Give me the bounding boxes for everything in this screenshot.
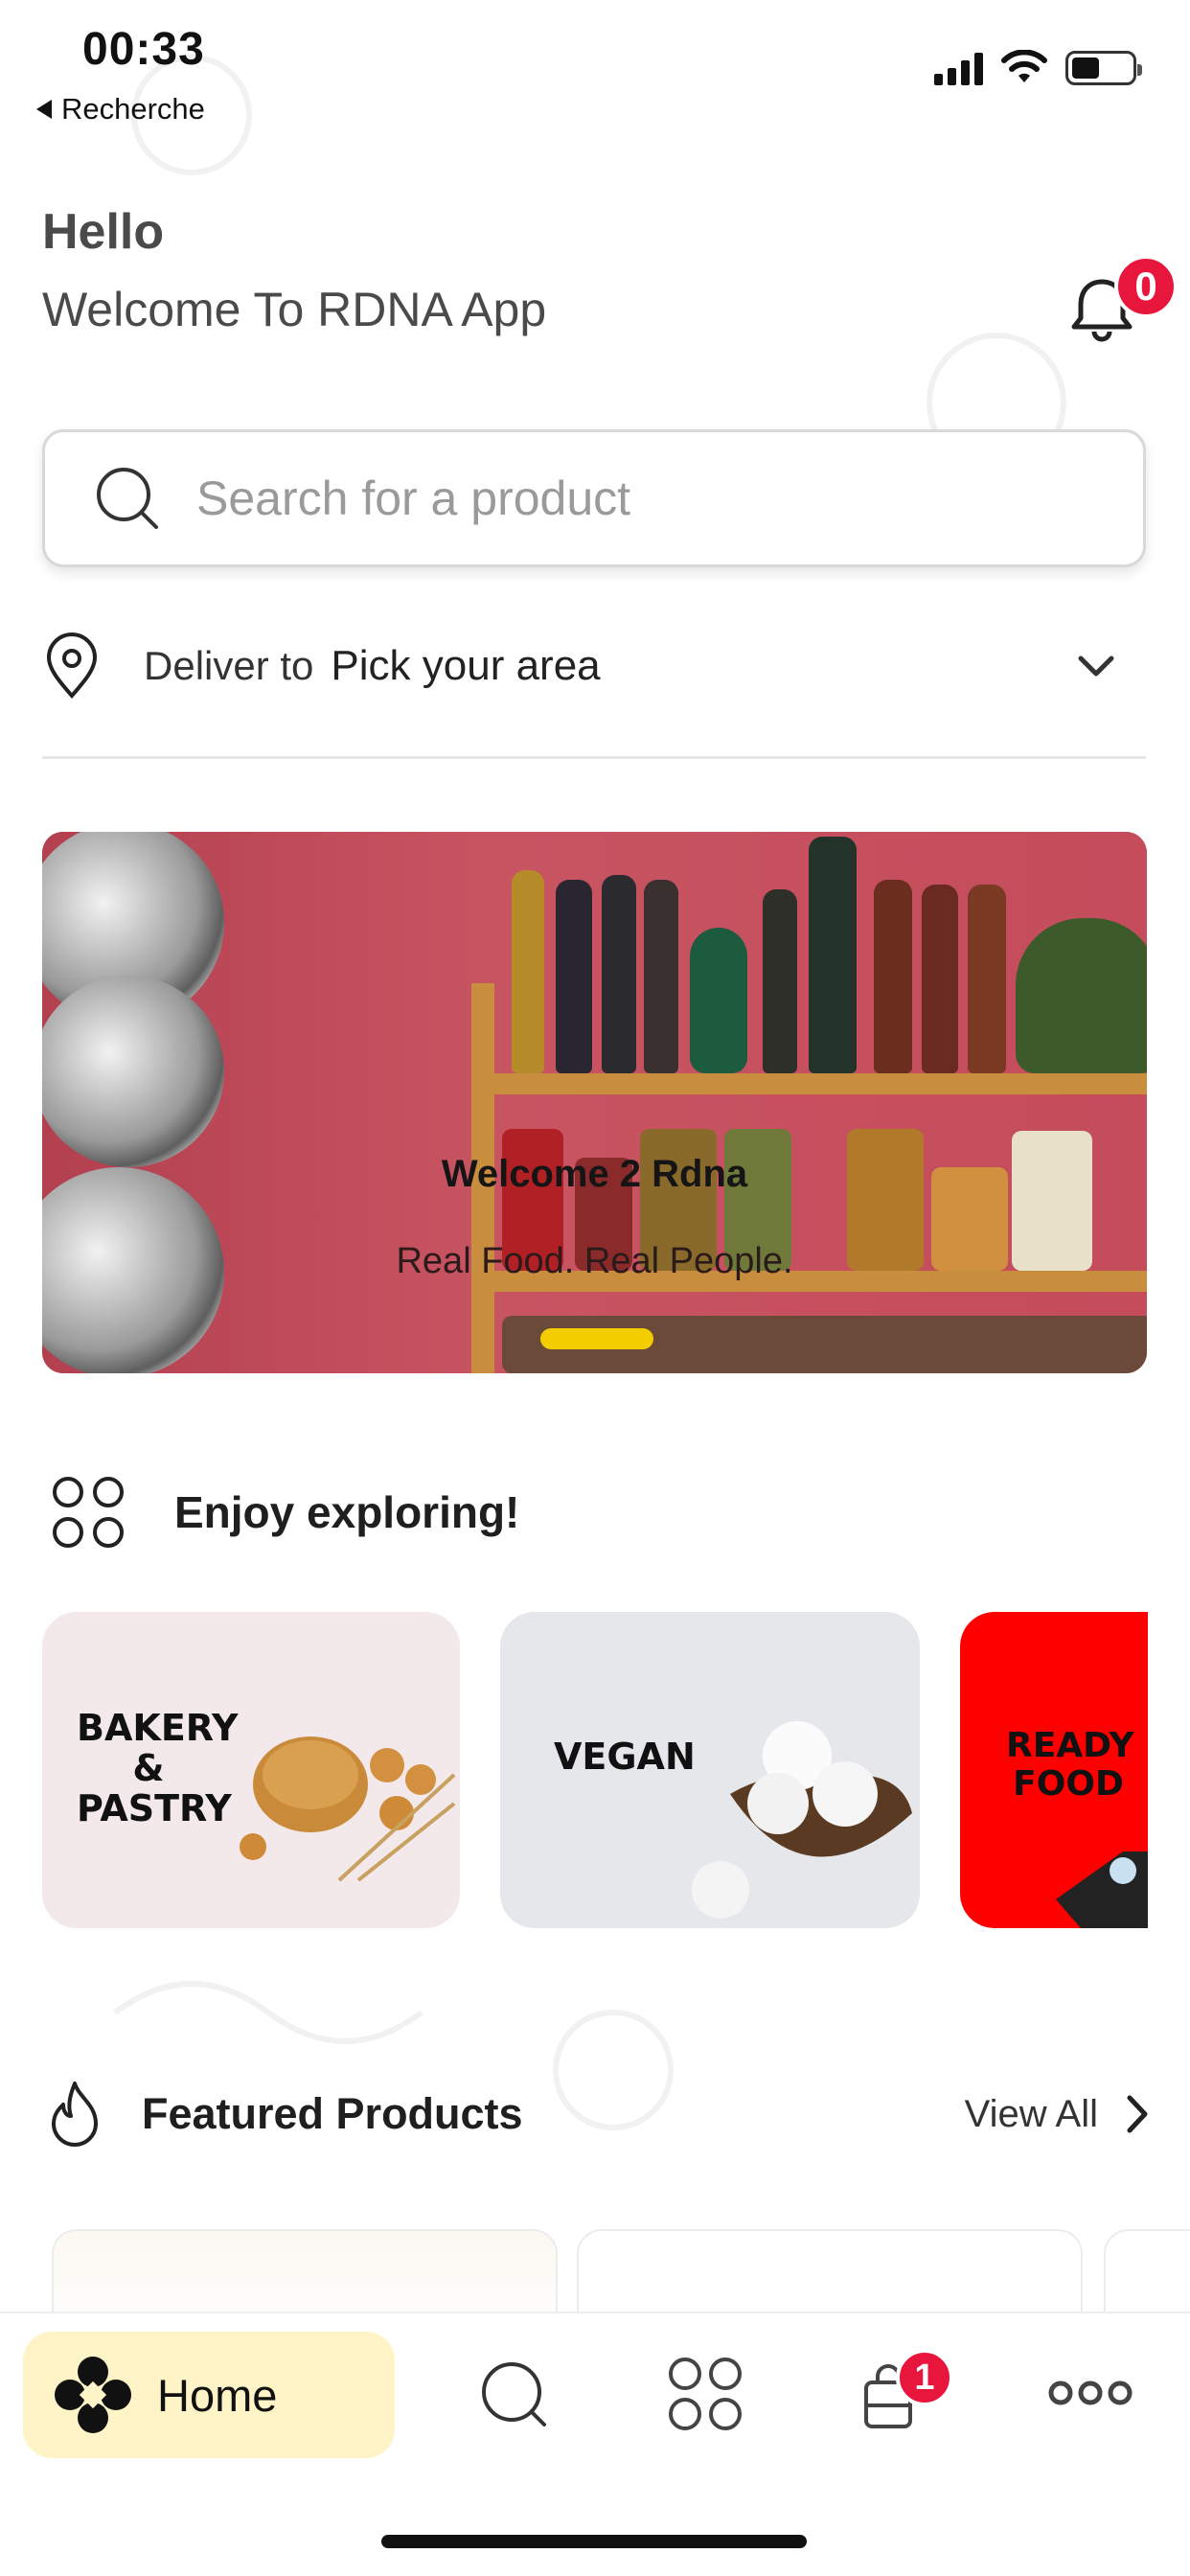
carousel-indicator <box>540 1328 653 1349</box>
battery-icon <box>1065 51 1142 85</box>
categories-header: Enjoy exploring! <box>52 1476 519 1549</box>
tab-search-icon[interactable] <box>477 2358 552 2432</box>
back-to-app-link[interactable]: Recherche <box>36 92 205 126</box>
search-placeholder: Search for a product <box>196 472 631 525</box>
tab-home-label: Home <box>157 2369 278 2421</box>
chevron-right-icon[interactable] <box>1125 2094 1150 2134</box>
divider <box>42 756 1146 759</box>
delivery-area-value: Pick your area <box>331 642 601 689</box>
greeting-welcome: Welcome To RDNA App <box>42 283 547 336</box>
greeting-hello: Hello <box>42 204 165 260</box>
bakery-image <box>240 1736 456 1882</box>
status-icons <box>934 50 1142 86</box>
grid-icon <box>53 1477 124 1548</box>
delivery-area-selector[interactable]: Deliver to Pick your area <box>42 623 1144 709</box>
featured-header: Featured Products View All <box>48 2080 1150 2149</box>
category-card-bakery[interactable]: BAKERY & PASTRY <box>42 1612 460 1928</box>
featured-heading: Featured Products <box>142 2089 523 2138</box>
home-logo-icon <box>55 2357 131 2433</box>
tab-more-icon[interactable] <box>1048 2379 1133 2407</box>
flame-icon <box>52 2082 98 2147</box>
back-arrow-icon <box>36 100 52 119</box>
notification-count-badge: 0 <box>1114 255 1178 318</box>
promo-banner[interactable]: Welcome 2 Rdna Real Food. Real People. <box>42 832 1147 1373</box>
categories-heading: Enjoy exploring! <box>174 1487 520 1537</box>
cellular-signal-icon <box>934 51 983 85</box>
wifi-icon <box>1001 50 1047 82</box>
chevron-down-icon <box>1078 656 1114 677</box>
view-all-link[interactable]: View All <box>965 2093 1098 2136</box>
vegan-image <box>692 1721 912 1919</box>
category-label-ready-food: READY FOOD <box>1006 1726 1134 1804</box>
category-card-vegan[interactable]: VEGAN <box>500 1612 920 1928</box>
tab-home[interactable]: Home <box>23 2332 395 2458</box>
location-pin-icon <box>46 632 98 700</box>
search-input[interactable]: Search for a product <box>42 429 1146 567</box>
category-label-bakery: BAKERY & PASTRY <box>77 1707 239 1829</box>
category-label-vegan: VEGAN <box>554 1736 696 1778</box>
home-indicator <box>381 2535 807 2548</box>
search-icon <box>97 468 158 529</box>
deliver-to-label: Deliver to <box>144 643 314 688</box>
category-card-ready-food[interactable]: READY FOOD <box>960 1612 1148 1928</box>
banner-title: Welcome 2 Rdna <box>441 1153 748 1195</box>
status-time: 00:33 <box>82 24 205 75</box>
cart-count-badge: 1 <box>896 2349 953 2406</box>
banner-subtitle: Real Food. Real People. <box>396 1241 793 1281</box>
back-label: Recherche <box>61 92 205 126</box>
tab-categories-icon[interactable] <box>667 2356 744 2432</box>
ready-food-image <box>1056 1852 1148 1928</box>
